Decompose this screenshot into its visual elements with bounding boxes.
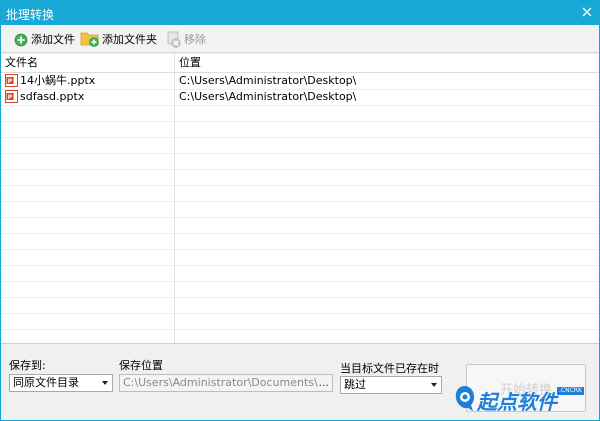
row-line xyxy=(1,281,599,282)
if-exists-label: 当目标文件已存在时 xyxy=(340,362,439,375)
row-line xyxy=(1,329,599,330)
row-line xyxy=(1,201,599,202)
svg-text:P: P xyxy=(8,94,13,101)
row-line xyxy=(1,233,599,234)
browse-button[interactable]: ... xyxy=(319,375,330,391)
add-file-label: 添加文件 xyxy=(31,33,75,46)
close-icon[interactable] xyxy=(579,4,595,20)
chevron-down-icon xyxy=(431,383,437,387)
row-line xyxy=(1,265,599,266)
add-folder-label: 添加文件夹 xyxy=(102,33,157,46)
add-folder-icon xyxy=(80,32,99,47)
add-file-button[interactable]: 添加文件 xyxy=(13,28,75,50)
save-to-value: 同原文件目录 xyxy=(13,376,79,389)
logo-icon xyxy=(455,386,475,411)
toolbar: 添加文件 添加文件夹 移除 xyxy=(1,25,599,53)
pptx-file-icon: P xyxy=(5,90,18,103)
row-line xyxy=(1,249,599,250)
row-line xyxy=(1,169,599,170)
file-list[interactable]: 文件名 位置 P 14小蜗牛.pptx C:\Users\Administrat… xyxy=(1,54,599,343)
window-title: 批理转换 xyxy=(6,8,55,22)
if-exists-value: 跳过 xyxy=(344,378,366,391)
add-folder-button[interactable]: 添加文件夹 xyxy=(80,28,157,50)
row-line xyxy=(1,105,599,106)
file-name-cell[interactable]: 14小蜗牛.pptx xyxy=(20,73,95,89)
remove-label: 移除 xyxy=(184,33,206,46)
file-location-cell[interactable]: C:\Users\Administrator\Desktop\ xyxy=(179,89,356,105)
save-location-label: 保存位置 xyxy=(119,359,163,372)
row-line xyxy=(1,217,599,218)
row-line xyxy=(1,185,599,186)
file-name-cell[interactable]: sdfasd.pptx xyxy=(20,89,84,105)
if-exists-dropdown[interactable]: 跳过 xyxy=(340,376,442,394)
add-file-icon xyxy=(14,33,28,47)
chevron-down-icon xyxy=(102,381,108,385)
remove-icon xyxy=(167,31,181,48)
row-line xyxy=(1,153,599,154)
row-line xyxy=(1,121,599,122)
watermark-text: 起点软件 xyxy=(477,390,557,414)
watermark-logo: 起点软件 .CNCRK xyxy=(453,381,599,419)
save-to-label: 保存到: xyxy=(9,359,46,372)
pptx-file-icon: P xyxy=(5,74,18,87)
batch-convert-window: 批理转换 添加文件 添加文件夹 移除 文件名 位置 P 14小蜗牛.pptx C… xyxy=(0,0,600,421)
remove-button[interactable]: 移除 xyxy=(166,28,206,50)
row-line xyxy=(1,137,599,138)
save-to-dropdown[interactable]: 同原文件目录 xyxy=(9,374,113,392)
row-line xyxy=(1,313,599,314)
column-divider xyxy=(174,54,175,343)
column-header-filename[interactable]: 文件名 xyxy=(1,54,174,72)
svg-text:P: P xyxy=(8,78,13,85)
column-header-location[interactable]: 位置 xyxy=(175,54,595,72)
file-location-cell[interactable]: C:\Users\Administrator\Desktop\ xyxy=(179,73,356,89)
title-bar[interactable]: 批理转换 xyxy=(1,1,599,25)
watermark-sub: .CNCRK xyxy=(557,387,584,395)
save-location-field[interactable]: C:\Users\Administrator\Documents\ ... xyxy=(119,374,333,392)
save-location-value: C:\Users\Administrator\Documents\ xyxy=(123,376,318,389)
row-line xyxy=(1,297,599,298)
